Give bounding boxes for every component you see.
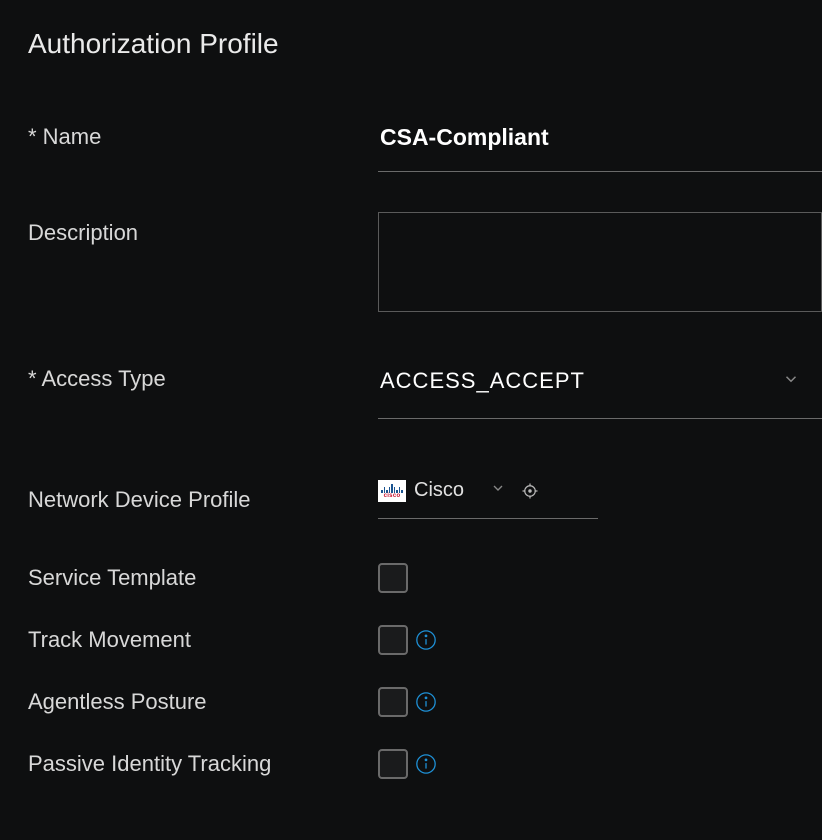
access-type-value: ACCESS_ACCEPT — [380, 368, 585, 394]
label-service-template: Service Template — [28, 565, 378, 591]
page-title: Authorization Profile — [28, 28, 822, 60]
row-agentless-posture: Agentless Posture — [28, 687, 822, 717]
network-device-profile-select[interactable]: cisco Cisco — [378, 479, 598, 519]
chevron-down-icon — [782, 368, 800, 394]
row-network-device-profile: Network Device Profile cisco Cisco — [28, 479, 822, 519]
target-icon[interactable] — [520, 481, 540, 501]
passive-identity-tracking-checkbox[interactable] — [378, 749, 408, 779]
label-track-movement: Track Movement — [28, 627, 378, 653]
label-description: Description — [28, 212, 378, 246]
row-description: Description — [28, 212, 822, 312]
access-type-select[interactable]: ACCESS_ACCEPT — [378, 358, 822, 419]
service-template-checkbox[interactable] — [378, 563, 408, 593]
track-movement-checkbox[interactable] — [378, 625, 408, 655]
label-agentless-posture: Agentless Posture — [28, 689, 378, 715]
label-name: * Name — [28, 116, 378, 150]
info-icon[interactable] — [414, 628, 438, 652]
label-network-device-profile: Network Device Profile — [28, 479, 378, 513]
row-access-type: * Access Type ACCESS_ACCEPT — [28, 358, 822, 419]
chevron-down-icon — [490, 480, 506, 501]
row-name: * Name — [28, 116, 822, 172]
row-track-movement: Track Movement — [28, 625, 822, 655]
description-input[interactable] — [378, 212, 822, 312]
info-icon[interactable] — [414, 752, 438, 776]
row-passive-identity-tracking: Passive Identity Tracking — [28, 749, 822, 779]
label-access-type: * Access Type — [28, 358, 378, 392]
name-input[interactable] — [378, 116, 822, 172]
label-passive-identity-tracking: Passive Identity Tracking — [28, 751, 378, 777]
info-icon[interactable] — [414, 690, 438, 714]
cisco-logo-icon: cisco — [378, 480, 406, 502]
agentless-posture-checkbox[interactable] — [378, 687, 408, 717]
network-device-profile-value: Cisco — [414, 479, 464, 502]
row-service-template: Service Template — [28, 563, 822, 593]
